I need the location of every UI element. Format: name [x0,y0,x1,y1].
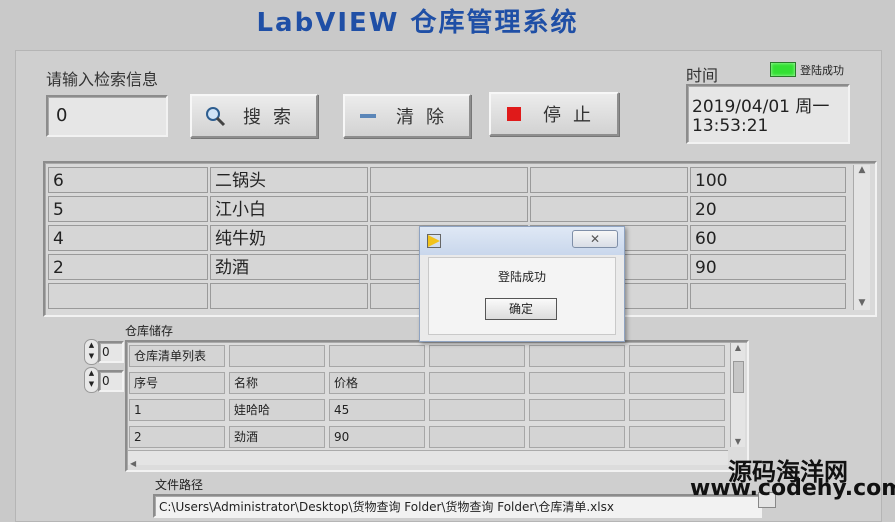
grid-cell[interactable] [629,399,725,421]
table-cell[interactable]: 5 [48,196,208,222]
labview-icon [427,234,441,248]
table-cell[interactable] [370,167,528,193]
grid-cell[interactable] [429,426,525,448]
grid-cell[interactable] [529,345,625,367]
grid-scroll-thumb[interactable] [733,361,744,393]
col-index-stepper[interactable]: ▲ ▼ [84,367,99,393]
dialog-ok-button[interactable]: 确定 [485,298,557,320]
grid-cell[interactable] [429,399,525,421]
grid-scroll-left-icon[interactable]: ◀ [128,459,136,468]
search-button[interactable]: 搜索 [190,94,318,138]
grid-cell[interactable]: 劲酒 [229,426,325,448]
table-cell[interactable] [530,196,688,222]
grid-cell[interactable]: 90 [329,426,425,448]
file-path-input[interactable]: C:\Users\Administrator\Desktop\货物查询 Fold… [153,494,762,518]
storage-label: 仓库储存 [125,324,174,338]
dialog-body: 登陆成功 确定 [428,257,616,335]
table-cell[interactable] [370,196,528,222]
grid-cell[interactable] [629,345,725,367]
login-led-label: 登陆成功 [800,64,844,77]
table-cell[interactable]: 20 [690,196,846,222]
grid-cell[interactable] [529,399,625,421]
scroll-up-icon[interactable]: ▲ [854,165,870,175]
results-scrollbar[interactable]: ▲ ▼ [853,165,870,310]
grid-cell[interactable]: 娃哈哈 [229,399,325,421]
table-row[interactable]: 6 二锅头 100 [48,167,853,195]
table-row[interactable]: 5 江小白 20 [48,196,853,224]
table-cell[interactable]: 劲酒 [210,254,368,280]
table-cell[interactable]: 纯牛奶 [210,225,368,251]
row-index-input[interactable]: 0 [98,341,124,363]
grid-cell[interactable]: 45 [329,399,425,421]
magnifier-icon [200,105,230,127]
table-cell[interactable]: 江小白 [210,196,368,222]
row-index-value: 0 [102,345,110,359]
grid-cell[interactable]: 名称 [229,372,325,394]
table-cell[interactable]: 100 [690,167,846,193]
table-cell[interactable] [690,283,846,309]
minus-icon [353,114,383,118]
grid-cell[interactable] [629,372,725,394]
col-index-input[interactable]: 0 [98,370,124,392]
grid-cell[interactable] [229,345,325,367]
scroll-down-icon[interactable]: ▼ [854,298,870,308]
clear-button[interactable]: 清除 [343,94,471,138]
stop-button[interactable]: 停止 [489,92,619,136]
row-index-stepper[interactable]: ▲ ▼ [84,339,99,365]
grid-cell[interactable]: 2 [129,426,225,448]
table-cell[interactable]: 2 [48,254,208,280]
table-cell[interactable] [210,283,368,309]
table-cell[interactable]: 90 [690,254,846,280]
time-clock: 13:53:21 [692,116,769,136]
search-button-label: 搜索 [243,107,303,128]
storage-h-scrollbar[interactable]: ◀ [128,450,728,468]
time-date: 2019/04/01 周一 [692,97,830,117]
stop-button-label: 停止 [543,105,603,126]
storage-v-scrollbar[interactable]: ▲ ▼ [730,343,745,447]
grid-cell[interactable]: 序号 [129,372,225,394]
dialog-close-icon[interactable]: ✕ [572,230,618,248]
search-input-value: 0 [56,105,68,126]
grid-cell[interactable] [429,372,525,394]
watermark-url: www.codehy.com [690,476,895,501]
grid-scroll-down-icon[interactable]: ▼ [731,437,745,446]
file-path-label: 文件路径 [155,478,204,492]
app-title: LabVIEW 仓库管理系统 [256,8,579,38]
grid-cell[interactable] [629,426,725,448]
time-display: 2019/04/01 周一 13:53:21 [686,84,850,144]
stop-icon [499,107,529,121]
table-cell[interactable] [48,283,208,309]
file-path-value: C:\Users\Administrator\Desktop\货物查询 Fold… [159,500,614,514]
grid-cell[interactable]: 价格 [329,372,425,394]
table-cell[interactable]: 60 [690,225,846,251]
grid-scroll-up-icon[interactable]: ▲ [731,343,745,352]
table-cell[interactable]: 6 [48,167,208,193]
dialog-titlebar: ✕ [420,227,624,255]
grid-cell[interactable] [529,372,625,394]
grid-cell[interactable] [329,345,425,367]
grid-cell[interactable]: 仓库清单列表 [129,345,225,367]
table-cell[interactable]: 4 [48,225,208,251]
search-input[interactable]: 0 [46,95,168,137]
grid-cell[interactable]: 1 [129,399,225,421]
table-cell[interactable] [530,167,688,193]
clear-button-label: 清除 [396,107,456,128]
table-cell[interactable]: 二锅头 [210,167,368,193]
col-index-value: 0 [102,374,110,388]
dialog-message: 登陆成功 [497,270,546,284]
grid-cell[interactable] [529,426,625,448]
grid-cell[interactable] [429,345,525,367]
login-led-indicator [770,62,796,77]
time-label: 时间 [686,66,719,85]
login-dialog: ✕ 登陆成功 确定 [419,226,625,342]
search-label: 请输入检索信息 [46,70,159,89]
